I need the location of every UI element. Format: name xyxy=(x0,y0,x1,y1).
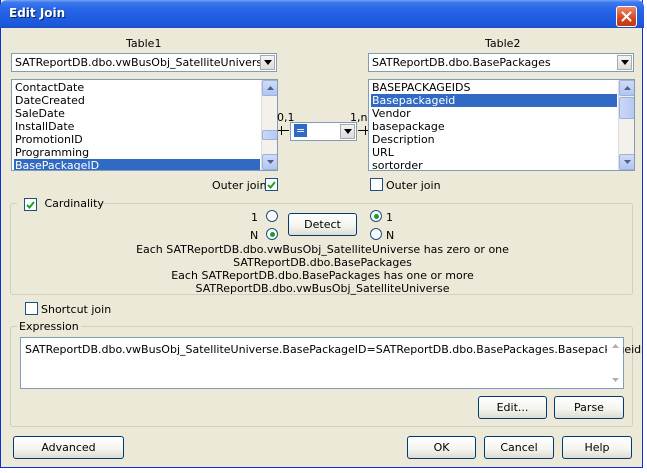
right-connector-tick xyxy=(365,126,366,135)
list-item[interactable]: ContactDate xyxy=(14,81,260,94)
ok-button[interactable]: OK xyxy=(407,436,476,459)
list-item[interactable]: URL xyxy=(371,146,617,159)
shortcut-join-checkbox[interactable] xyxy=(25,302,38,315)
expression-textarea[interactable]: SATReportDB.dbo.vwBusObj_SatelliteUniver… xyxy=(20,337,641,389)
close-icon xyxy=(621,11,632,22)
table2-select-value: SATReportDB.dbo.BasePackages xyxy=(372,56,551,69)
right-one-radio[interactable] xyxy=(370,210,382,222)
radio-dot xyxy=(269,231,275,237)
chevron-down-icon[interactable] xyxy=(260,55,275,70)
table1-column-list[interactable]: ContactDate DateCreated SaleDate InstallDat… xyxy=(11,79,278,171)
scroll-up-icon[interactable] xyxy=(262,80,277,96)
expression-scrollbar[interactable] xyxy=(607,338,623,388)
list-item[interactable]: BasePackageID xyxy=(14,159,260,170)
list-item[interactable]: InstallDate xyxy=(14,120,260,133)
edit-button-label: Edit... xyxy=(496,401,529,414)
list-item[interactable]: DateCreated xyxy=(14,94,260,107)
table1-outer-join-checkbox[interactable] xyxy=(265,178,278,191)
right-n-label: N xyxy=(386,229,395,242)
left-one-label: 1 xyxy=(251,211,258,224)
right-n-radio[interactable] xyxy=(370,228,382,240)
cardinality-description: Each SATReportDB.dbo.vwBusObj_SatelliteU… xyxy=(121,243,524,295)
table2-select[interactable]: SATReportDB.dbo.BasePackages xyxy=(368,53,634,72)
expression-text: SATReportDB.dbo.vwBusObj_SatelliteUniver… xyxy=(25,343,642,356)
operator-value: = xyxy=(294,124,308,137)
edit-button[interactable]: Edit... xyxy=(478,396,547,419)
cancel-button[interactable]: Cancel xyxy=(484,436,554,459)
scrollbar-thumb[interactable] xyxy=(619,97,634,119)
cardinality-label: Cardinality xyxy=(44,196,104,210)
cardinality-desc-line-1: Each SATReportDB.dbo.vwBusObj_SatelliteU… xyxy=(136,243,509,256)
chevron-down-icon[interactable] xyxy=(617,55,632,70)
table1-select-value: SATReportDB.dbo.vwBusObj_SatelliteUniver… xyxy=(15,56,269,69)
table1-select[interactable]: SATReportDB.dbo.vwBusObj_SatelliteUniver… xyxy=(11,53,277,72)
table1-outer-join-label: Outer join xyxy=(212,179,267,192)
edit-join-dialog: Edit Join Table1 SATReportDB.dbo.vwBusOb… xyxy=(0,0,644,468)
left-connector-line xyxy=(278,130,289,131)
cardinality-desc-line-2: SATReportDB.dbo.BasePackages xyxy=(233,256,412,269)
list-item[interactable]: Programming xyxy=(14,146,260,159)
cardinality-desc-line-3: Each SATReportDB.dbo.BasePackages has on… xyxy=(171,269,474,282)
scroll-down-icon[interactable] xyxy=(262,154,277,170)
cardinality-desc-line-4: SATReportDB.dbo.vwBusObj_SatelliteUniver… xyxy=(195,282,450,295)
detect-button[interactable]: Detect xyxy=(288,213,357,236)
scroll-down-icon[interactable] xyxy=(607,372,623,388)
parse-button[interactable]: Parse xyxy=(554,396,624,419)
ok-button-label: OK xyxy=(433,441,450,454)
cardinality-legend: Cardinality xyxy=(17,197,104,211)
list-item[interactable]: Basepackageid xyxy=(371,94,617,107)
list-item[interactable]: basepackage xyxy=(371,120,617,133)
left-connector-tick xyxy=(281,126,282,135)
scroll-up-icon[interactable] xyxy=(619,80,634,96)
table1-heading: Table1 xyxy=(126,37,162,50)
checkmark-icon xyxy=(267,180,276,189)
list-item[interactable]: SaleDate xyxy=(14,107,260,120)
table2-scrollbar[interactable] xyxy=(618,80,634,170)
scroll-down-icon[interactable] xyxy=(619,154,634,170)
scrollbar-thumb[interactable] xyxy=(262,130,277,140)
detect-button-label: Detect xyxy=(304,218,341,231)
expression-label: Expression xyxy=(17,320,81,333)
title-bar[interactable]: Edit Join xyxy=(0,0,644,28)
scroll-up-icon[interactable] xyxy=(607,338,623,354)
list-item[interactable]: BASEPACKAGEIDS xyxy=(371,81,617,94)
cancel-button-label: Cancel xyxy=(500,441,538,454)
table2-column-list[interactable]: BASEPACKAGEIDS Basepackageid Vendor basepac… xyxy=(368,79,635,171)
left-one-radio[interactable] xyxy=(266,210,278,222)
advanced-button-label: Advanced xyxy=(41,441,96,454)
radio-dot xyxy=(373,213,379,219)
help-button[interactable]: Help xyxy=(562,436,632,459)
list-item[interactable]: PromotionID xyxy=(14,133,260,146)
window-title: Edit Join xyxy=(9,6,66,20)
table2-outer-join-checkbox[interactable] xyxy=(370,178,383,191)
list-item[interactable]: Vendor xyxy=(371,107,617,120)
operator-select[interactable]: = xyxy=(290,122,357,141)
help-button-label: Help xyxy=(584,441,610,454)
parse-button-label: Parse xyxy=(574,401,604,414)
right-one-label: 1 xyxy=(386,211,393,224)
list-item[interactable]: Description xyxy=(371,133,617,146)
advanced-button[interactable]: Advanced xyxy=(13,436,124,459)
checkmark-icon xyxy=(26,200,35,209)
shortcut-join-label: Shortcut join xyxy=(41,303,112,316)
table2-heading: Table2 xyxy=(485,37,521,50)
list-item[interactable]: sortorder xyxy=(371,159,617,170)
close-button[interactable] xyxy=(616,6,637,27)
left-n-radio[interactable] xyxy=(266,228,278,240)
table1-scrollbar[interactable] xyxy=(261,80,277,170)
cardinality-checkbox[interactable] xyxy=(24,198,37,211)
table2-outer-join-label: Outer join xyxy=(386,179,441,192)
left-n-label: N xyxy=(250,229,259,242)
chevron-down-icon[interactable] xyxy=(340,124,355,139)
